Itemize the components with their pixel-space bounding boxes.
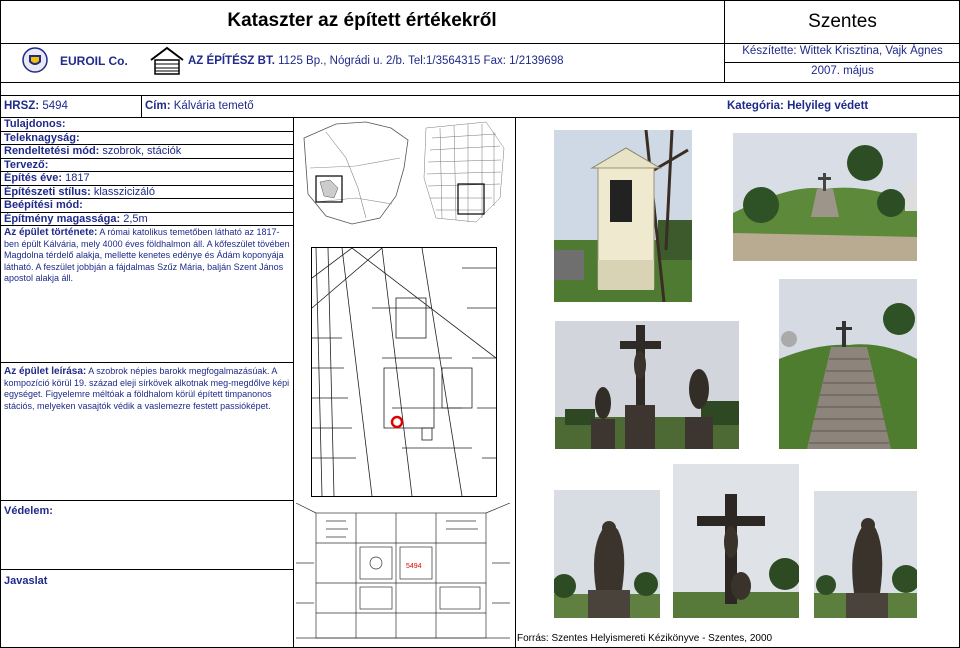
city-title: Szentes [808,11,877,32]
vedelem-row: Védelem: [4,505,53,517]
prepared-by: Készítette: Wittek Krisztina, Vajk Ágnes [742,45,943,57]
javaslat-row: Javaslat [4,575,48,587]
map-parcel-label: 5494 [406,563,422,570]
hill-steps-photo [733,133,917,261]
statue-left-photo [554,490,660,618]
beepitesi-row: Beépítési mód: [4,199,83,211]
company2-name: AZ ÉPÍTÉSZ BT. [188,55,275,67]
rendeltetes-row: Rendeltetési mód: szobrok, stációk [4,145,182,157]
statue-right-photo [814,491,917,618]
town-overview-map [296,118,511,228]
source-note: Forrás: Szentes Helyismereti Kézikönyve … [517,633,773,644]
architect-logo [149,46,185,76]
epites-row: Építés éve: 1817 [4,172,90,184]
tulajdonos-row: Tulajdonos: [4,118,66,130]
station-chapel-photo [554,130,692,302]
crucifix-closeup-photo [673,464,799,618]
staircase-photo [779,279,917,449]
description-paragraph: Az épület leírása: A szobrok népies baro… [4,366,290,411]
company2-address: 1125 Bp., Nógrádi u. 2/b. Tel:1/3564315 … [278,55,564,67]
company2-line: AZ ÉPÍTÉSZ BT. 1125 Bp., Nógrádi u. 2/b.… [188,55,563,67]
category-field: Kategória: Helyileg védett [727,100,869,112]
cemetery-detail-map: 5494 [295,502,511,643]
page-title: Kataszter az épített értékekről [227,10,497,31]
hrsz-field: HRSZ: 5494 [4,100,68,112]
euroil-logo [22,47,48,73]
cim-field: Cím: Kálvária temető [145,100,254,112]
company1-name: EUROIL Co. [60,54,128,68]
history-paragraph: Az épület története: A római katolikus t… [4,227,290,283]
date: 2007. május [811,65,874,77]
location-marker-icon [390,415,404,429]
crucifix-group-photo [555,321,739,449]
location-map [311,247,497,497]
